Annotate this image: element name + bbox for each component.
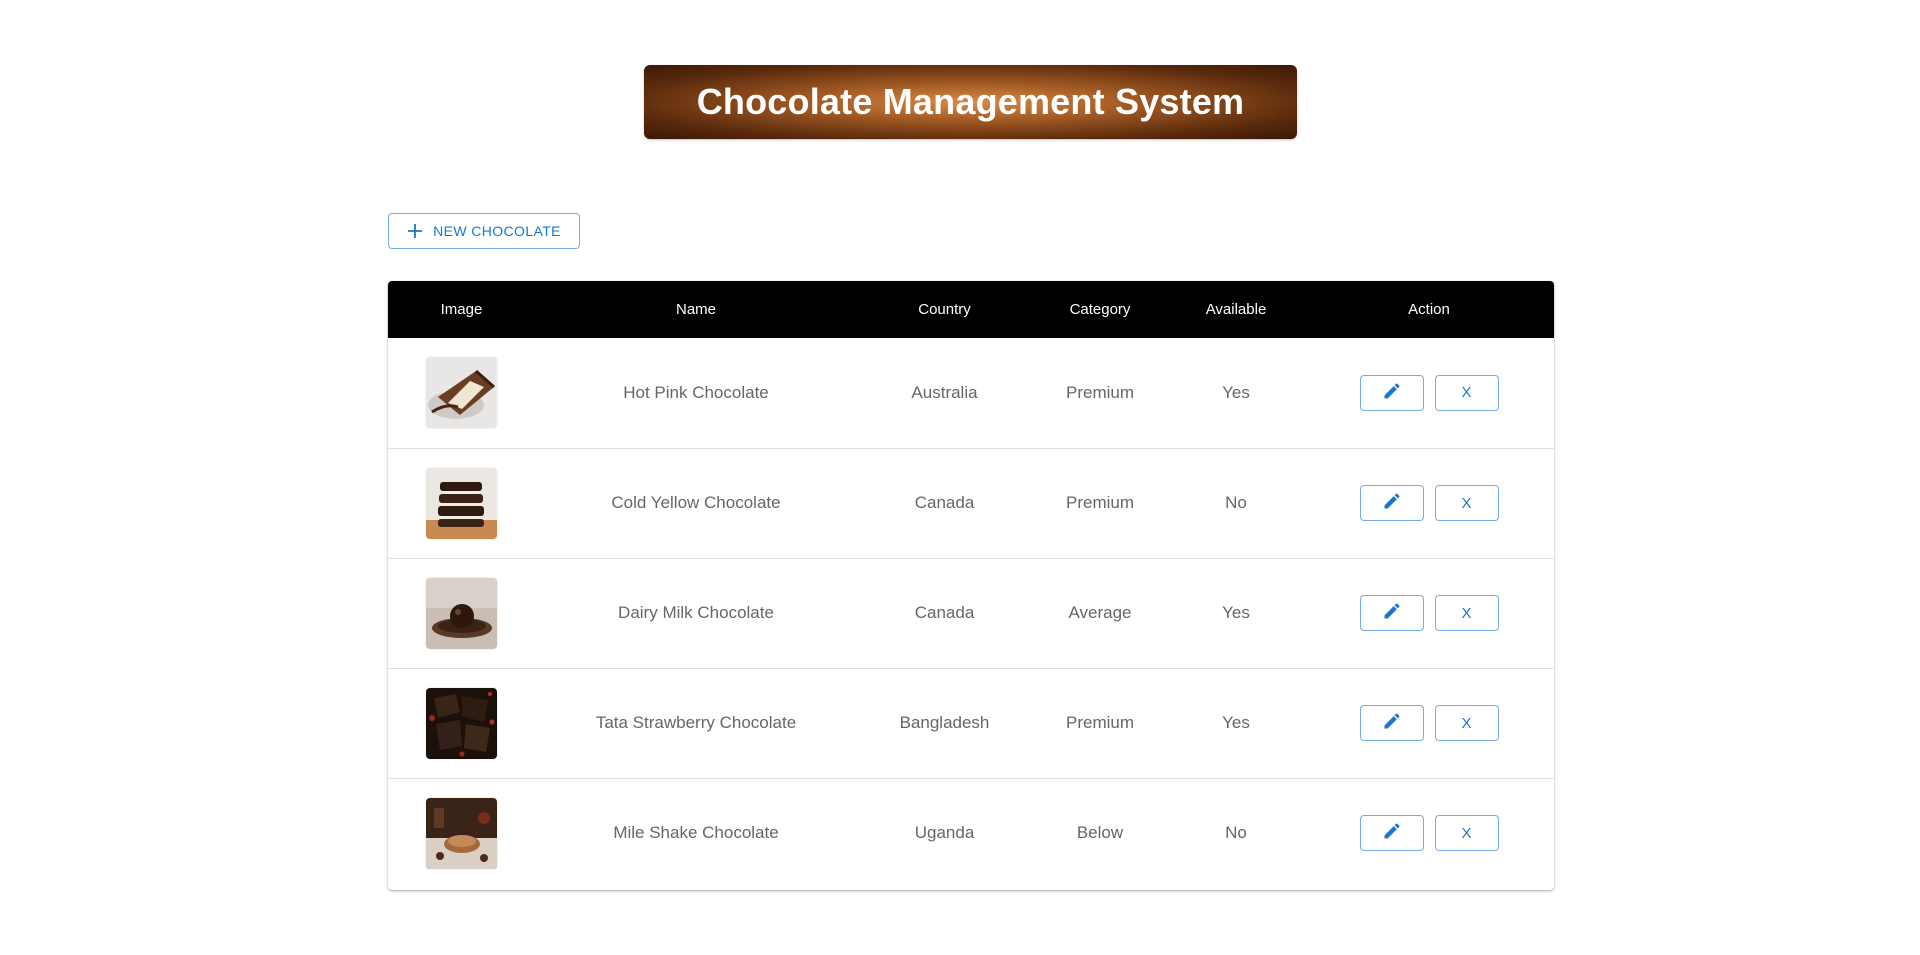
chocolate-available: Yes [1168, 667, 1304, 778]
table-row: Mile Shake Chocolate Uganda Below No X [388, 777, 1554, 888]
table-row: Dairy Milk Chocolate Canada Average Yes … [388, 557, 1554, 668]
chocolate-country: Bangladesh [857, 667, 1032, 778]
chocolate-available: Yes [1222, 382, 1250, 402]
edit-button[interactable] [1359, 485, 1424, 521]
page-title: Chocolate Management System [696, 81, 1245, 122]
pencil-icon [1382, 821, 1402, 845]
chocolate-category: Average [1032, 557, 1168, 668]
chocolate-name: Hot Pink Chocolate [623, 382, 769, 402]
chocolate-country: Australia [911, 382, 978, 402]
edit-button[interactable] [1359, 595, 1424, 631]
chocolate-category: Below [1032, 777, 1168, 888]
chocolate-country: Canada [857, 557, 1032, 668]
pencil-icon [1382, 381, 1402, 405]
chocolate-category: Premium [1032, 667, 1168, 778]
pencil-icon [1382, 711, 1402, 735]
delete-button[interactable]: X [1434, 374, 1499, 411]
delete-button[interactable]: X [1434, 485, 1499, 521]
chocolate-truffle-image [426, 577, 497, 649]
chocolate-bar-slice-image [426, 357, 497, 429]
chocolate-available: Yes [1168, 557, 1304, 668]
pencil-icon [1382, 601, 1402, 625]
new-chocolate-label: NEW CHOCOLATE [433, 223, 561, 239]
table-row: Cold Yellow Chocolate Canada Premium No … [388, 447, 1554, 558]
chocolate-available: No [1168, 447, 1304, 558]
delete-button[interactable]: X [1434, 815, 1499, 852]
delete-button[interactable]: X [1434, 595, 1499, 631]
table-row: Hot Pink Chocolate Australia Premium Yes… [388, 338, 1554, 448]
column-header-available: Available [1205, 301, 1267, 318]
chocolate-country: Uganda [857, 777, 1032, 888]
delete-button[interactable]: X [1434, 705, 1499, 741]
chocolate-name: Cold Yellow Chocolate [535, 447, 857, 558]
table-row: Tata Strawberry Chocolate Bangladesh Pre… [388, 667, 1554, 778]
dark-chocolate-pieces-image [426, 687, 497, 759]
column-header-action: Action [1408, 301, 1450, 318]
chocolate-name: Dairy Milk Chocolate [535, 557, 857, 668]
edit-button[interactable] [1359, 705, 1424, 741]
chocolate-available: No [1168, 777, 1304, 888]
chocolate-category: Premium [1065, 382, 1134, 402]
table-header-row: Image Name Country Category Available Ac… [388, 281, 1554, 338]
pencil-icon [1382, 491, 1402, 515]
column-header-country: Country [918, 301, 971, 318]
chocolate-country: Canada [857, 447, 1032, 558]
chocolate-category: Premium [1032, 447, 1168, 558]
plus-icon [407, 223, 423, 239]
edit-button[interactable] [1359, 815, 1424, 852]
chocolate-name: Mile Shake Chocolate [535, 777, 857, 888]
app-title-banner: Chocolate Management System [644, 65, 1297, 139]
column-header-image: Image [440, 301, 483, 318]
column-header-name: Name [675, 301, 716, 318]
chocolate-table: Image Name Country Category Available Ac… [388, 281, 1554, 890]
chocolate-table-spread-image [426, 797, 497, 869]
chocolate-name: Tata Strawberry Chocolate [535, 667, 857, 778]
column-header-category: Category [1069, 301, 1131, 318]
stacked-cookies-image [426, 467, 497, 539]
edit-button[interactable] [1359, 374, 1424, 411]
new-chocolate-button[interactable]: NEW CHOCOLATE [388, 213, 580, 249]
